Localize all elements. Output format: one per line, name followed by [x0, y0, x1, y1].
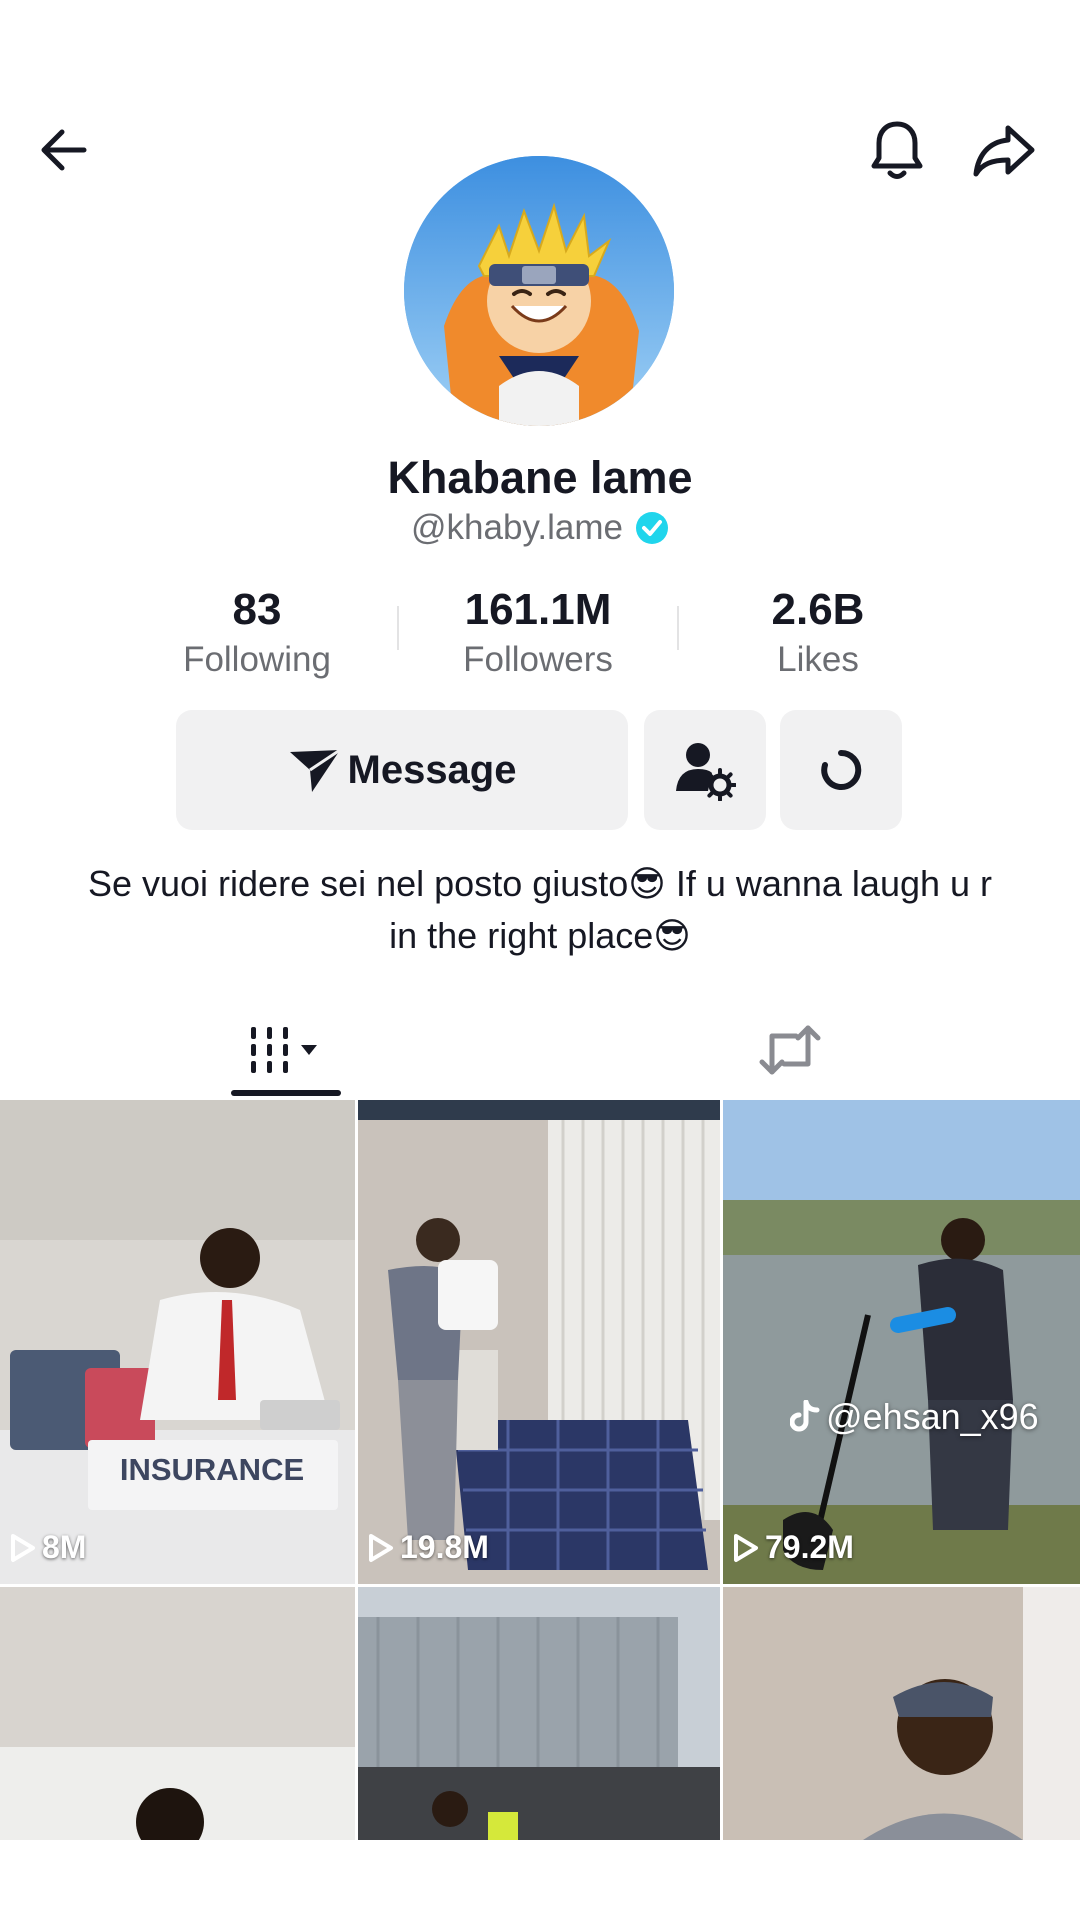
stat-divider: [397, 606, 399, 650]
tab-videos[interactable]: [230, 1010, 340, 1090]
play-icon: [11, 1533, 35, 1562]
profile-handle: @khaby.lame: [411, 508, 623, 547]
thumbnail-caption: INSURANCE: [119, 1452, 305, 1487]
video-thumbnail[interactable]: [0, 1587, 355, 1840]
stat-label: Followers: [463, 640, 613, 679]
watermark-text: @ehsan_x96: [826, 1396, 1039, 1437]
thumbnail-image: [358, 1587, 720, 1840]
play-icon: [369, 1533, 393, 1562]
grid-icon: [251, 1027, 317, 1073]
handle-row: @khaby.lame: [0, 508, 1080, 548]
view-count-text: 79.2M: [765, 1529, 854, 1565]
view-count-text: 8M: [42, 1529, 87, 1565]
thumbnail-image: [358, 1100, 720, 1584]
thumbnail-image: [723, 1587, 1080, 1840]
thumbnail-image: [0, 1100, 355, 1584]
avatar-image: [404, 156, 674, 426]
profile-avatar[interactable]: [404, 156, 674, 426]
send-icon: [289, 748, 341, 792]
view-count-text: 19.8M: [400, 1529, 489, 1565]
stat-label: Following: [183, 640, 331, 679]
stat-likes[interactable]: 2.6B Likes: [698, 584, 938, 680]
message-button-label: Message: [347, 747, 517, 792]
profile-stats: 83 Following 161.1M Followers 2.6B Likes: [0, 584, 1080, 684]
repost-icon: [759, 1025, 821, 1075]
content-tabs: [0, 1000, 1080, 1100]
view-count: 19.8M: [368, 1529, 489, 1566]
tiktok-logo-icon: [790, 1400, 820, 1432]
tab-reposts[interactable]: [745, 1010, 835, 1090]
message-button[interactable]: Message: [176, 710, 628, 830]
user-gear-icon: [676, 743, 736, 801]
share-button[interactable]: [965, 110, 1045, 190]
video-thumbnail[interactable]: 8M: [0, 1100, 355, 1584]
profile-bio: Se vuoi ridere sei nel posto giusto😎 If …: [87, 863, 993, 956]
video-thumbnail[interactable]: 79.2M: [723, 1100, 1080, 1584]
follow-settings-button[interactable]: [644, 710, 766, 830]
chevron-down-icon: [301, 1045, 317, 1055]
watermark: @ehsan_x96: [790, 1396, 1039, 1438]
stat-divider: [677, 606, 679, 650]
view-count: 8M: [10, 1529, 86, 1566]
stat-label: Likes: [777, 640, 859, 679]
stat-value: 83: [232, 585, 282, 634]
stat-followers[interactable]: 161.1M Followers: [418, 584, 658, 680]
active-tab-indicator: [231, 1090, 341, 1096]
profile-name: Khabane lame: [387, 452, 693, 503]
share-arrow-icon: [973, 125, 1035, 177]
stat-value: 161.1M: [464, 585, 612, 634]
refresh-icon: [821, 749, 862, 790]
video-thumbnail[interactable]: [723, 1587, 1080, 1840]
view-count: 79.2M: [733, 1529, 854, 1566]
back-button[interactable]: [24, 110, 104, 190]
thumbnail-image: [723, 1100, 1080, 1584]
stat-following[interactable]: 83 Following: [137, 584, 377, 680]
back-arrow-icon: [41, 129, 87, 171]
notification-bell-button[interactable]: [857, 110, 937, 190]
verified-badge-icon: [635, 512, 668, 544]
stat-value: 2.6B: [771, 585, 865, 634]
video-thumbnail[interactable]: 19.8M: [358, 1100, 720, 1584]
video-thumbnail[interactable]: [358, 1587, 720, 1840]
more-button[interactable]: [780, 710, 902, 830]
thumbnail-image: [0, 1587, 355, 1840]
bell-icon: [871, 121, 923, 179]
play-icon: [734, 1533, 758, 1562]
